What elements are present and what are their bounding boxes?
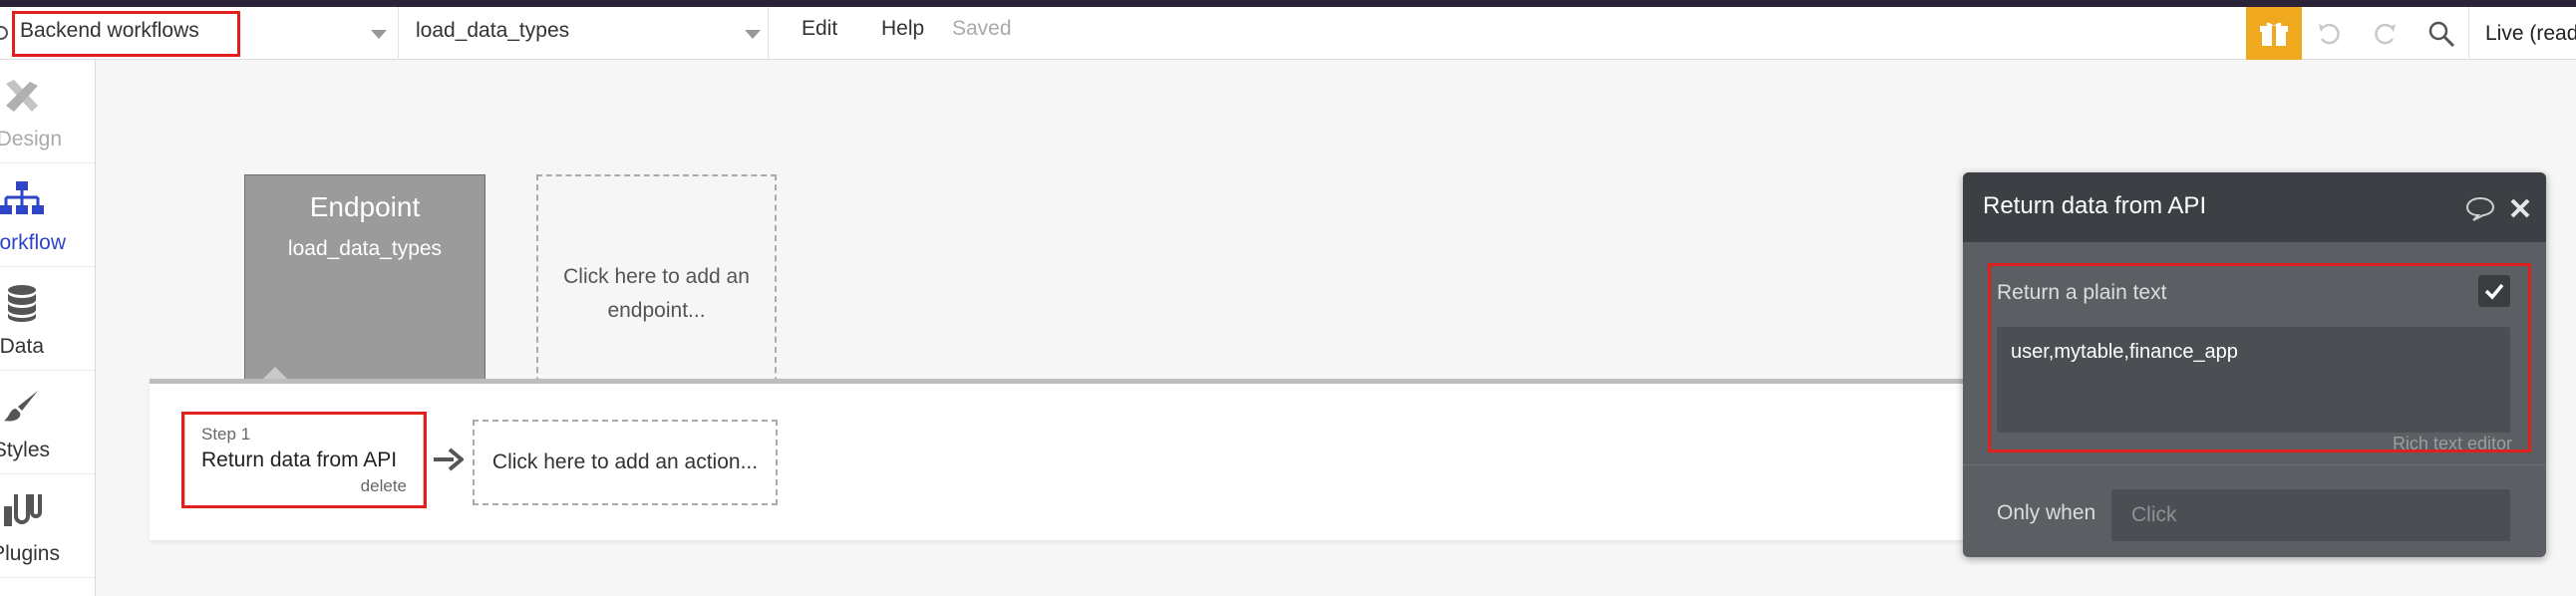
brush-icon xyxy=(0,385,44,429)
workflow-icon xyxy=(0,177,44,221)
app-dot-icon xyxy=(0,26,8,40)
gift-icon xyxy=(2260,22,2288,46)
top-strip xyxy=(0,0,2576,7)
workflow-selector-label: load_data_types xyxy=(416,19,570,42)
menu-help[interactable]: Help xyxy=(881,17,924,41)
close-button[interactable] xyxy=(2505,194,2535,222)
live-version-selector[interactable]: Live (read xyxy=(2468,7,2576,60)
chevron-down-icon xyxy=(745,30,761,39)
only-when-placeholder: Click xyxy=(2131,503,2177,526)
panel-divider xyxy=(1963,464,2546,465)
chevron-down-icon xyxy=(371,30,387,39)
design-icon xyxy=(0,74,44,118)
sidebar-item-label: Workflow xyxy=(0,231,66,254)
only-when-label: Only when xyxy=(1997,501,2096,524)
comment-icon xyxy=(2465,196,2495,221)
sidebar-item-workflow[interactable]: Workflow xyxy=(0,163,95,267)
redo-icon xyxy=(2375,23,2396,45)
left-sidebar: Design Workflow xyxy=(0,60,96,596)
highlight-box-plain-text xyxy=(1988,263,2531,452)
workflow-selector[interactable]: load_data_types xyxy=(400,7,769,60)
plug-icon xyxy=(0,488,44,532)
panel-header: Return data from API xyxy=(1963,172,2546,242)
save-status: Saved xyxy=(952,17,1012,40)
add-endpoint-button[interactable]: Click here to add an endpoint... xyxy=(536,174,777,414)
only-when-input[interactable]: Click xyxy=(2111,489,2510,541)
redo-button[interactable] xyxy=(2368,17,2402,51)
add-action-button[interactable]: Click here to add an action... xyxy=(473,420,778,505)
sidebar-item-label: Styles xyxy=(0,439,50,461)
property-editor-panel: Return data from API Return a plain text… xyxy=(1963,172,2546,557)
sidebar-item-plugins[interactable]: Plugins xyxy=(0,474,95,578)
highlight-box-step xyxy=(181,412,427,508)
sidebar-item-label: Design xyxy=(0,128,62,150)
search-button[interactable] xyxy=(2424,17,2458,51)
highlight-box-page-selector xyxy=(12,11,240,57)
sidebar-item-styles[interactable]: Styles xyxy=(0,371,95,474)
endpoint-name: load_data_types xyxy=(287,237,443,260)
sidebar-item-label: Data xyxy=(0,335,44,358)
close-icon xyxy=(2510,198,2530,218)
sidebar-item-design[interactable]: Design xyxy=(0,60,95,163)
database-icon xyxy=(0,281,44,325)
panel-title: Return data from API xyxy=(1983,192,2207,219)
comment-button[interactable] xyxy=(2465,194,2495,222)
undo-button[interactable] xyxy=(2313,17,2347,51)
undo-icon xyxy=(2319,23,2340,45)
sidebar-item-data[interactable]: Data xyxy=(0,267,95,371)
endpoint-pointer xyxy=(263,367,287,379)
search-icon xyxy=(2428,21,2455,48)
gift-button[interactable] xyxy=(2246,7,2302,60)
arrow-right-icon xyxy=(434,447,464,471)
endpoint-title: Endpoint xyxy=(309,191,421,222)
menu-edit[interactable]: Edit xyxy=(802,17,837,41)
top-header: Backend workflows load_data_types Edit H… xyxy=(0,7,2576,60)
sidebar-item-label: Plugins xyxy=(0,542,60,565)
